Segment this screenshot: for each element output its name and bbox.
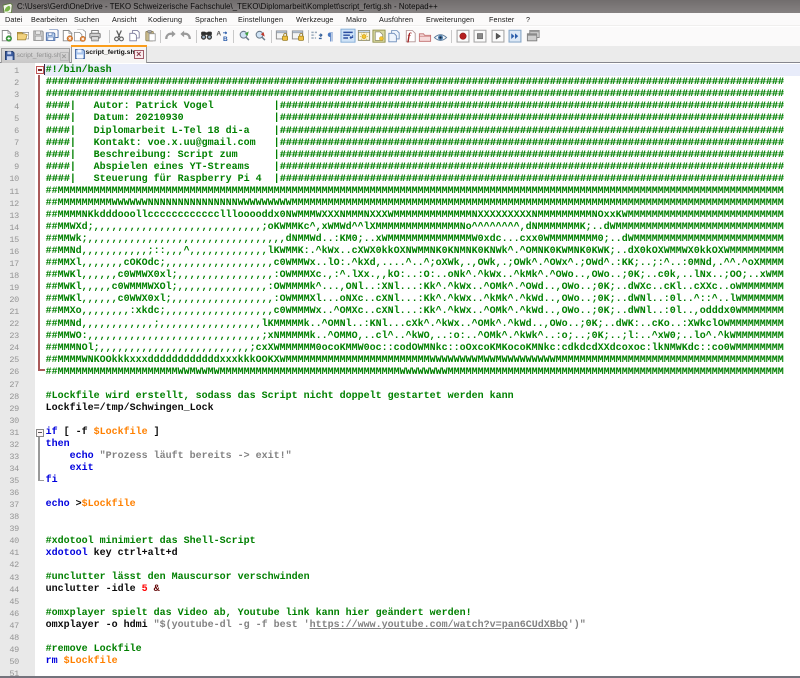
svg-text:B: B (223, 36, 228, 42)
svg-text:¶: ¶ (327, 31, 333, 42)
svg-text:A: A (216, 31, 221, 38)
